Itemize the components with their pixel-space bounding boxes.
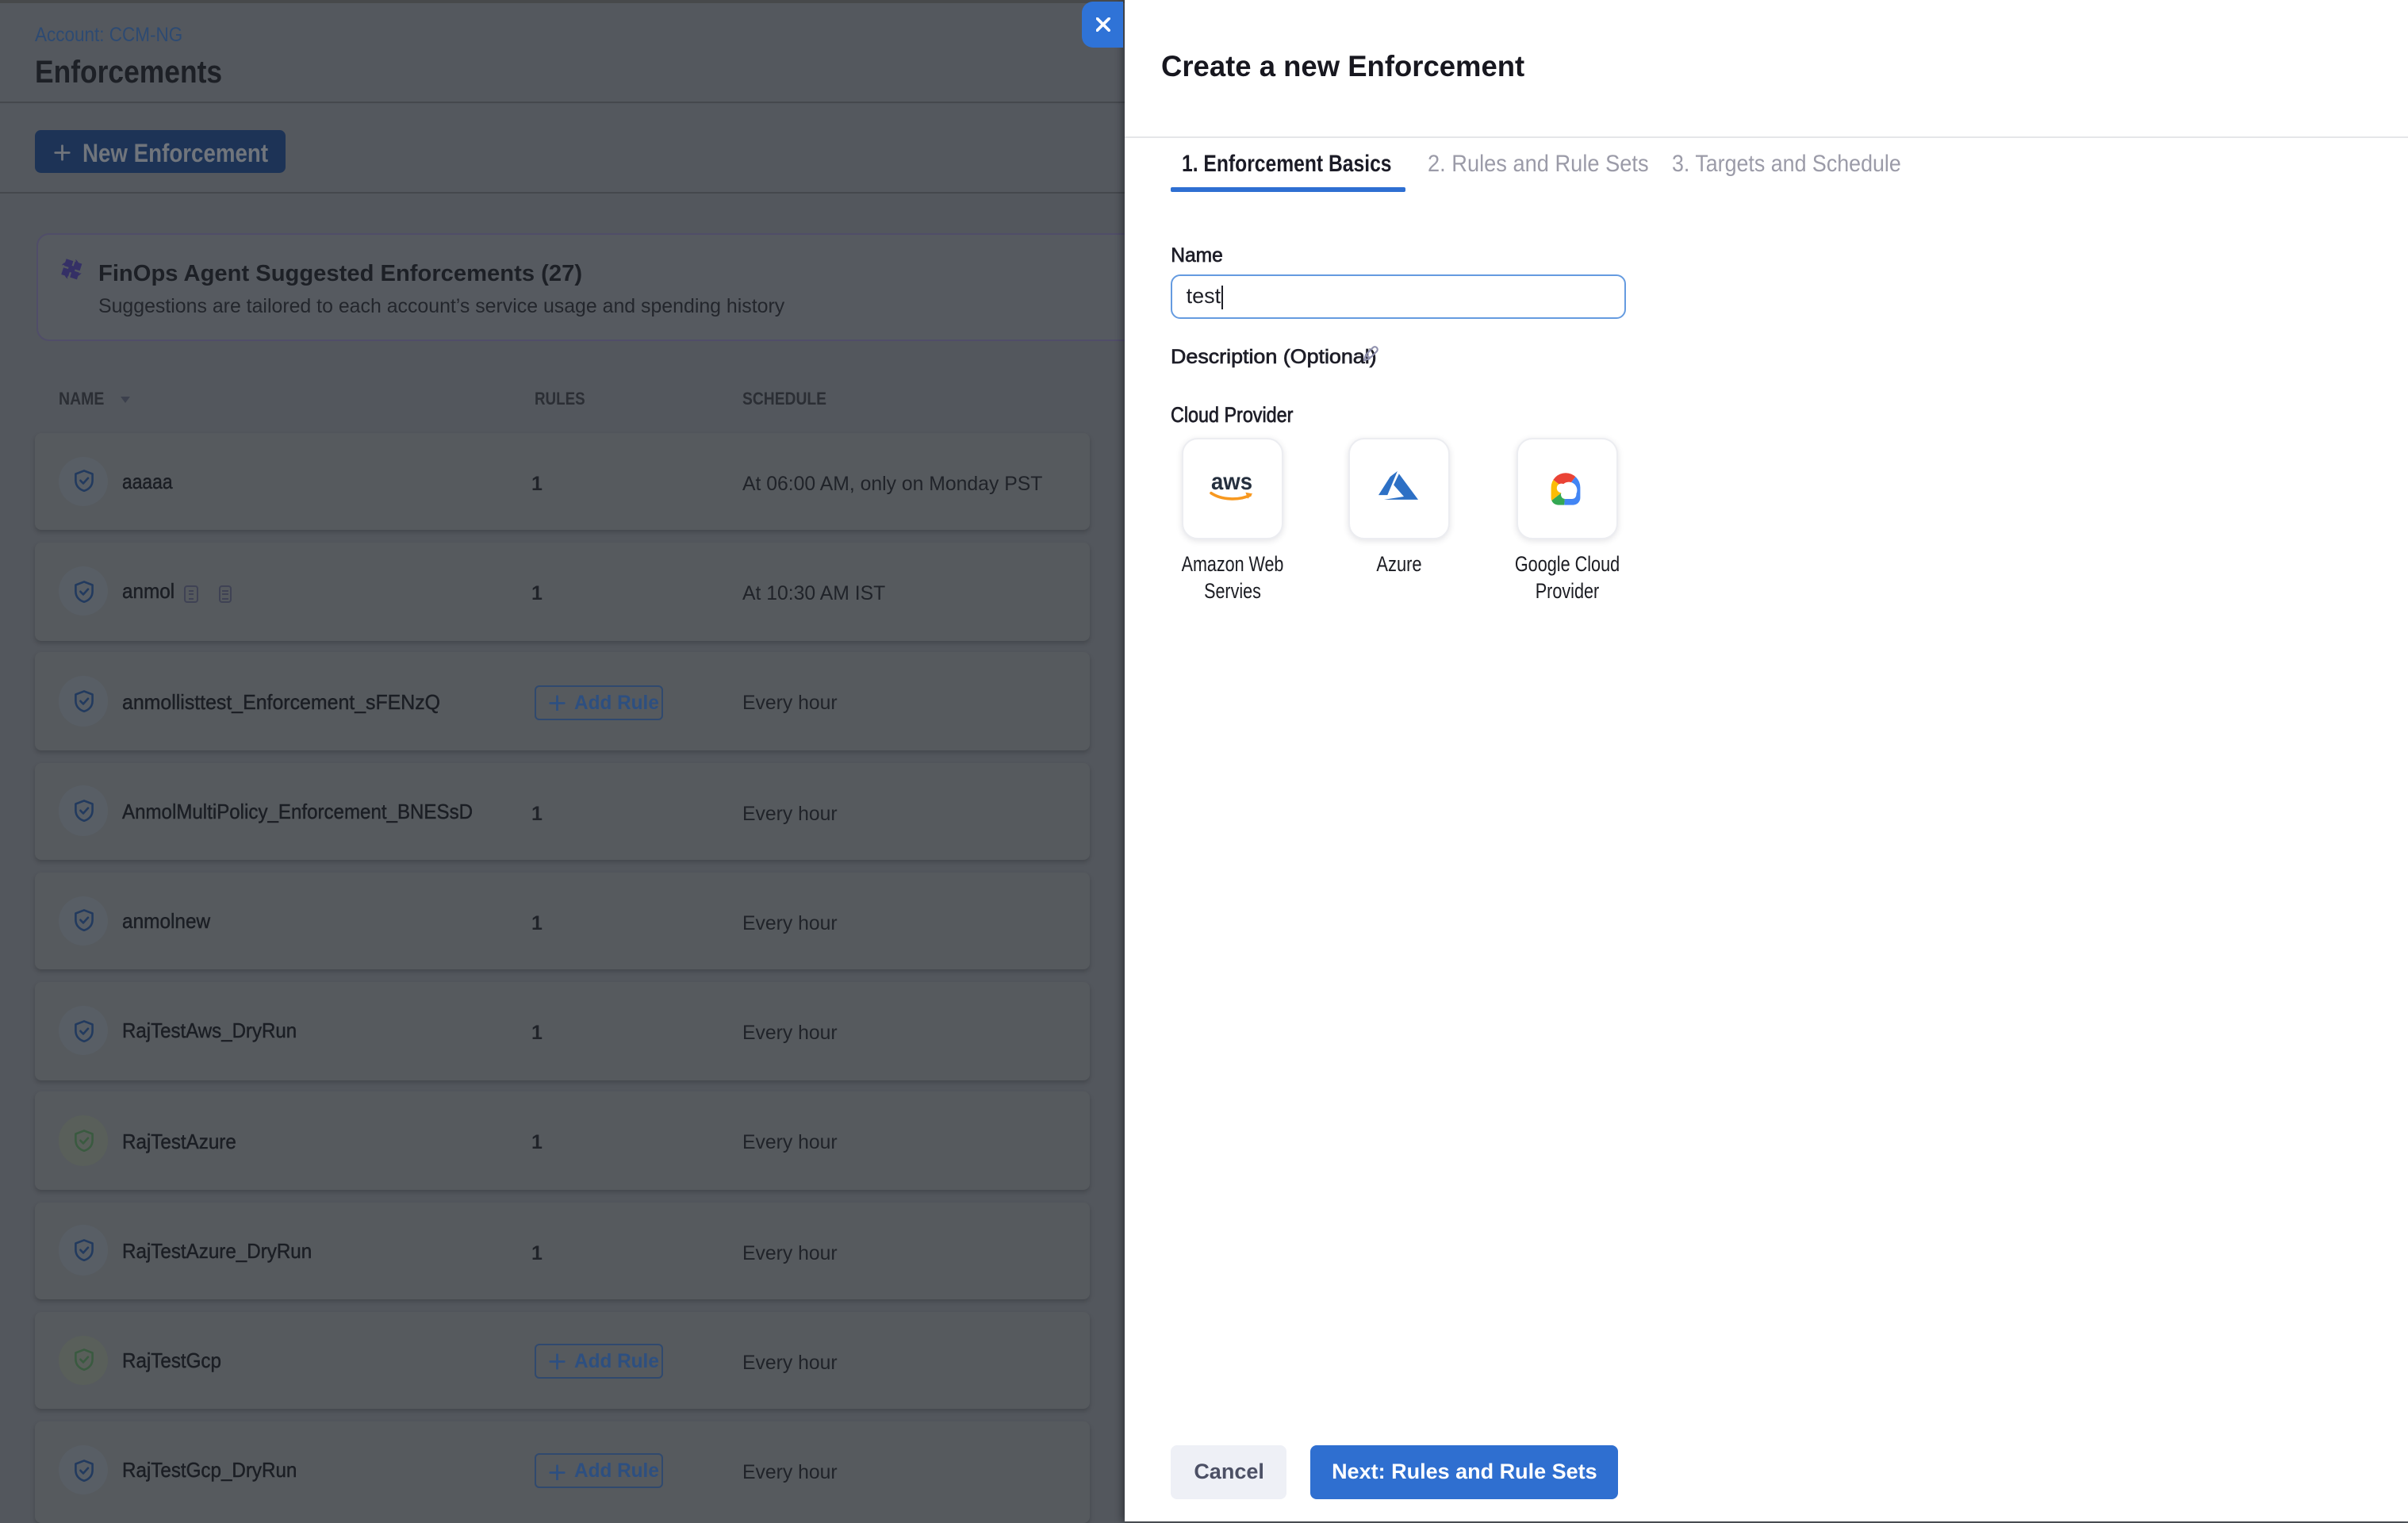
svg-text:aws: aws [1211,469,1252,494]
